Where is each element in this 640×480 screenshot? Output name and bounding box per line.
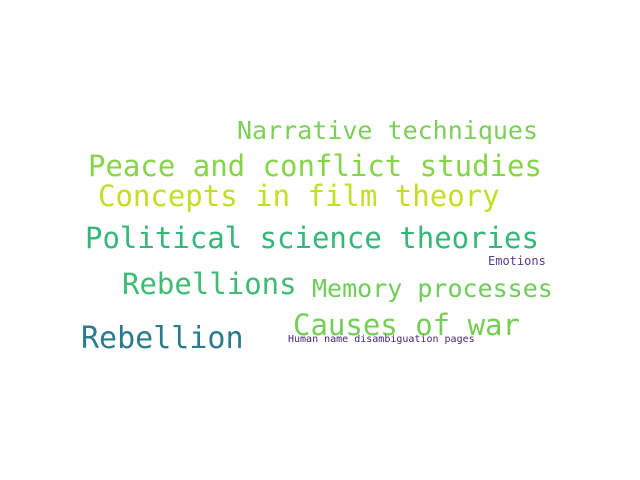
word-emotions: Emotions: [488, 254, 546, 268]
word-rebellion: Rebellion: [81, 321, 244, 356]
word-rebellions: Rebellions: [122, 267, 297, 301]
word-cloud: Narrative techniques Peace and conflict …: [0, 0, 640, 480]
word-peace-and-conflict-studies: Peace and conflict studies: [88, 149, 542, 183]
word-narrative-techniques: Narrative techniques: [237, 116, 539, 145]
word-political-science-theories: Political science theories: [85, 221, 539, 255]
word-memory-processes: Memory processes: [312, 274, 553, 303]
word-concepts-in-film-theory: Concepts in film theory: [98, 179, 500, 213]
word-human-name-disambiguation-pages: Human name disambiguation pages: [288, 334, 475, 345]
